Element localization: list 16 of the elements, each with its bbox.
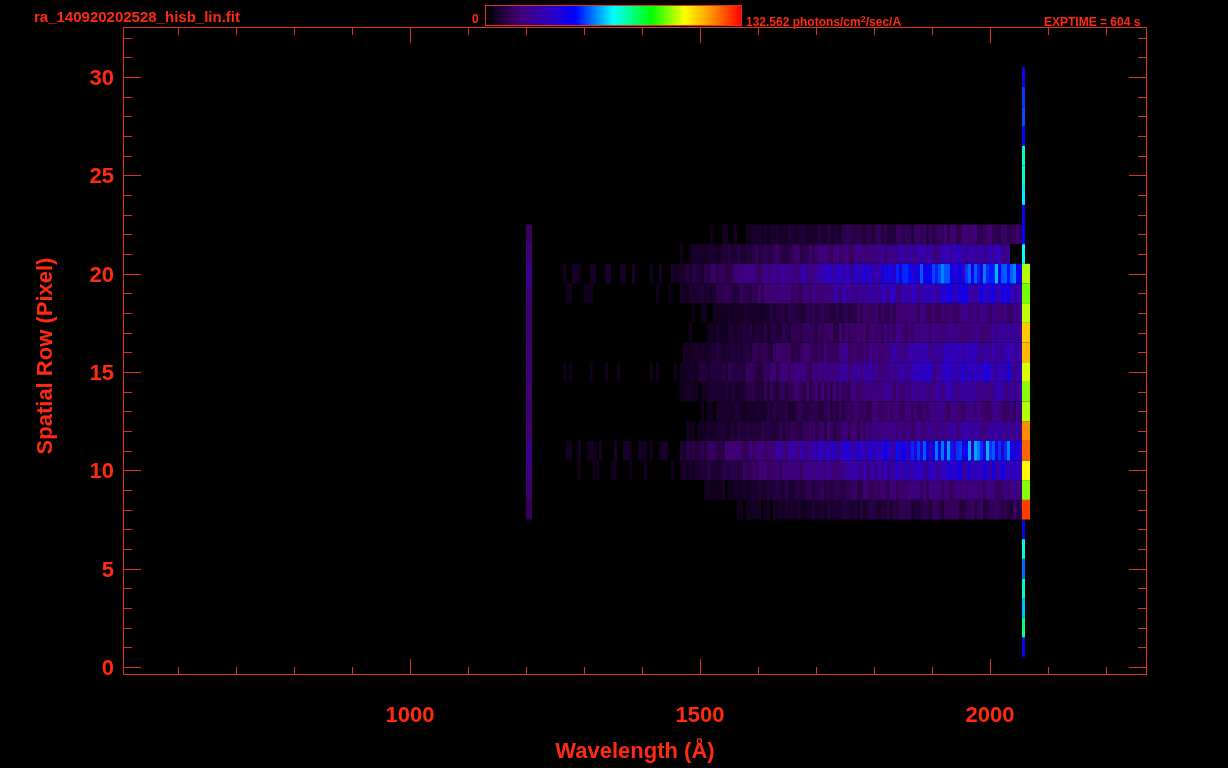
y-tick-label: 10 [89, 458, 114, 484]
x-tick-label: 1500 [675, 702, 725, 727]
x-axis-title: Wavelength (Å) [555, 738, 715, 763]
y-tick-label: 15 [89, 360, 114, 385]
x-tick-label: 2000 [965, 702, 1015, 727]
y-tick-label: 0 [101, 655, 114, 680]
colorbar-max-label: 132.562 photons/cm$^{2}$/sec/A [746, 13, 902, 31]
y-tick-label: 30 [89, 65, 114, 90]
colorbar-min-label: 0 [472, 11, 479, 28]
y-tick-label: 20 [89, 261, 114, 287]
y-tick-label: 25 [89, 163, 114, 189]
y-axis-title: Spatial Row (Pixel) [32, 257, 57, 455]
exposure-time: EXPTIME = 604 s [1044, 14, 1141, 31]
file-title: ra_140920202528_hisb_lin.fit [34, 7, 240, 27]
x-tick-label: 1000 [385, 702, 435, 727]
y-tick-label: 5 [101, 556, 114, 582]
